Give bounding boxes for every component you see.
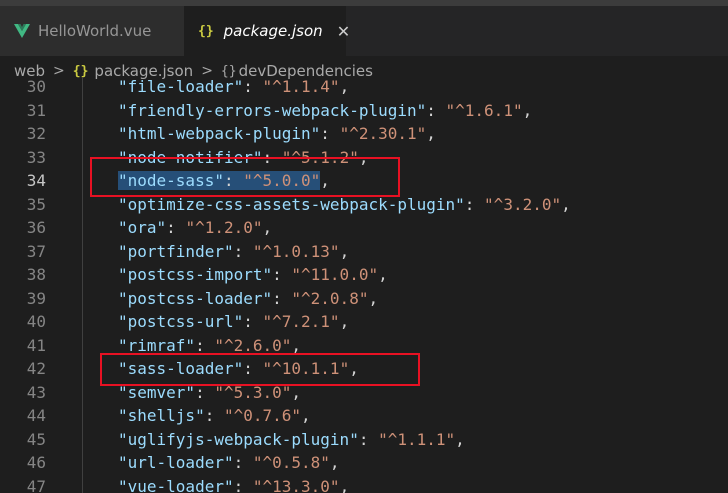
json-key: "rimraf" [118, 335, 196, 355]
annotation-box-sass-loader [100, 353, 420, 386]
code-line[interactable]: 31 "friendly-errors-webpack-plugin": "^1.… [0, 99, 728, 122]
tab-label: HelloWorld.vue [38, 22, 152, 40]
json-key: "friendly-errors-webpack-plugin" [118, 100, 427, 120]
line-number: 39 [26, 288, 46, 308]
tab-bar: HelloWorld.vue {} package.json ✕ [0, 6, 728, 56]
code-line[interactable]: 44 "shelljs": "^0.7.6", [0, 404, 728, 427]
json-value: "^2.30.1" [339, 124, 427, 143]
chevron-right-icon: > [201, 63, 213, 79]
json-value: "^2.6.0" [214, 335, 292, 355]
code-line[interactable]: 45 "uglifyjs-webpack-plugin": "^1.1.1", [0, 428, 728, 451]
json-value: "^1.0.13" [252, 241, 340, 261]
json-value: "^3.2.0" [484, 194, 562, 214]
object-braces-icon: {} [220, 63, 237, 79]
json-value: "^1.1.1" [378, 429, 456, 449]
json-key: "portfinder" [118, 241, 234, 261]
code-text: "vue-loader": "^13.3.0", [118, 475, 349, 493]
chevron-right-icon: > [53, 63, 65, 79]
code-line[interactable]: 38 "postcss-import": "^11.0.0", [0, 263, 728, 286]
json-key: "postcss-url" [118, 312, 244, 331]
code-text: "friendly-errors-webpack-plugin": "^1.6.… [118, 100, 533, 120]
code-line[interactable]: 36 "ora": "^1.2.0", [0, 216, 728, 239]
line-number: 33 [26, 147, 46, 167]
line-number: 38 [26, 265, 46, 284]
code-text: "uglifyjs-webpack-plugin": "^1.1.1", [118, 429, 465, 449]
code-line[interactable]: 39 "postcss-loader": "^2.0.8", [0, 287, 728, 310]
line-number: 40 [26, 312, 46, 331]
code-text: "postcss-import": "^11.0.0", [118, 265, 388, 284]
line-number: 37 [26, 241, 46, 261]
code-line[interactable]: 37 "portfinder": "^1.0.13", [0, 240, 728, 263]
json-value: "^1.1.4" [262, 78, 340, 96]
json-key: "optimize-css-assets-webpack-plugin" [118, 194, 465, 214]
code-line[interactable]: 40 "postcss-url": "^7.2.1", [0, 310, 728, 333]
code-editor[interactable]: 30 "file-loader": "^1.1.4", 31 "friendly-er… [0, 78, 728, 493]
json-value: "^11.0.0" [291, 265, 379, 284]
code-line[interactable]: 30 "file-loader": "^1.1.4", [0, 78, 728, 98]
line-number: 34 [26, 171, 46, 190]
code-text: "ora": "^1.2.0", [118, 218, 273, 237]
line-number: 35 [26, 194, 46, 214]
tab-label: package.json [223, 22, 323, 40]
line-number: 31 [26, 100, 46, 120]
annotation-box-node-sass [90, 157, 400, 197]
json-key: "uglifyjs-webpack-plugin" [118, 429, 359, 449]
code-text: "portfinder": "^1.0.13", [118, 241, 350, 261]
line-number: 43 [26, 382, 46, 402]
json-value: "^0.7.6" [223, 406, 302, 425]
code-text: "postcss-loader": "^2.0.8", [118, 288, 379, 308]
json-braces-icon: {} [198, 23, 214, 39]
line-number: 30 [26, 78, 46, 96]
close-icon[interactable]: ✕ [337, 22, 350, 41]
tab-package-json[interactable]: {} package.json ✕ [184, 6, 350, 56]
code-text: "shelljs": "^0.7.6", [118, 406, 311, 425]
line-number: 41 [26, 335, 46, 355]
json-value: "^1.6.1" [445, 100, 523, 120]
line-number: 42 [26, 359, 46, 378]
json-key: "shelljs" [118, 406, 205, 425]
code-line[interactable]: 46 "url-loader": "^0.5.8", [0, 451, 728, 474]
json-value: "^0.5.8" [252, 453, 330, 472]
code-line[interactable]: 32 "html-webpack-plugin": "^2.30.1", [0, 122, 728, 145]
vue-icon [14, 24, 30, 38]
code-text: "file-loader": "^1.1.4", [118, 78, 350, 96]
line-number: 36 [26, 218, 46, 237]
line-number: 44 [26, 406, 46, 425]
code-text: "html-webpack-plugin": "^2.30.1", [118, 124, 436, 143]
json-key: "ora" [118, 218, 167, 237]
code-line[interactable]: 47 "vue-loader": "^13.3.0", [0, 475, 728, 493]
line-number: 46 [26, 453, 46, 472]
code-text: "url-loader": "^0.5.8", [118, 453, 340, 472]
json-value: "^1.2.0" [185, 218, 263, 237]
json-value: "^2.0.8" [291, 288, 369, 308]
json-value: "^7.2.1" [262, 312, 340, 331]
json-key: "url-loader" [118, 453, 234, 472]
line-number: 47 [26, 476, 46, 493]
code-text: "postcss-url": "^7.2.1", [118, 312, 350, 331]
line-number: 45 [26, 429, 46, 449]
json-key: "file-loader" [118, 78, 244, 96]
json-key: "vue-loader" [118, 476, 234, 493]
json-value: "^13.3.0" [252, 476, 340, 493]
line-number: 32 [26, 124, 46, 143]
tab-helloworld-vue[interactable]: HelloWorld.vue [0, 6, 184, 56]
json-key: "postcss-import" [118, 265, 273, 284]
json-key: "html-webpack-plugin" [118, 124, 321, 143]
json-braces-icon: {} [72, 63, 89, 79]
json-key: "postcss-loader" [118, 288, 273, 308]
